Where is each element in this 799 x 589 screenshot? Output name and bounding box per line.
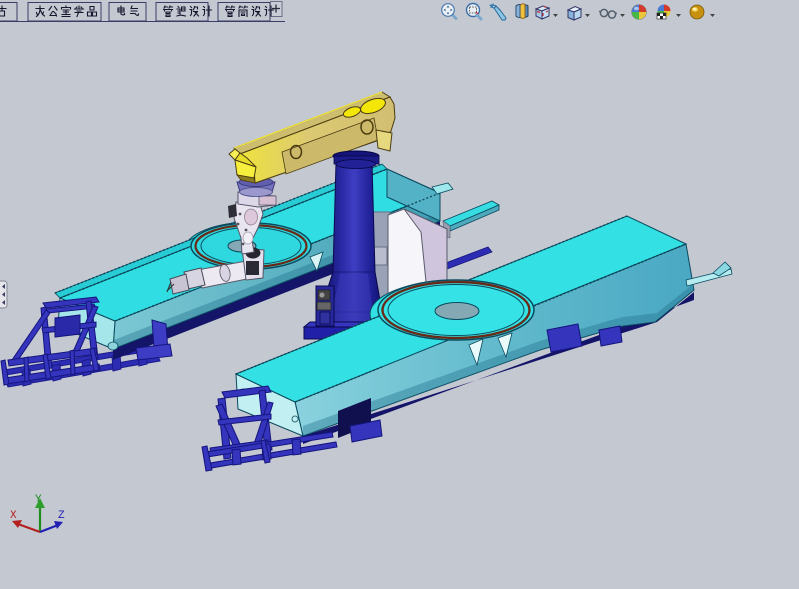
svg-text:Y: Y: [35, 494, 42, 506]
svg-text:Z: Z: [58, 510, 65, 522]
svg-text:X: X: [10, 510, 17, 522]
